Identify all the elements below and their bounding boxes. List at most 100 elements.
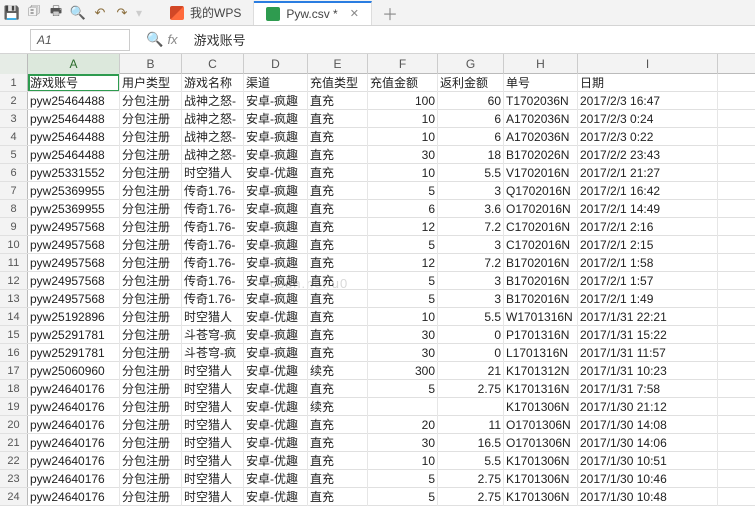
cell[interactable]: 时空猎人 (182, 434, 244, 452)
cell[interactable]: 游戏账号 (28, 74, 120, 92)
cell[interactable]: 安卓-优趣 (244, 434, 308, 452)
cell[interactable]: pyw24957568 (28, 218, 120, 236)
cell[interactable]: 安卓-优趣 (244, 488, 308, 506)
cell[interactable]: T1702036N (504, 92, 578, 110)
name-box[interactable]: A1 (30, 29, 130, 51)
cell[interactable]: 直充 (308, 272, 368, 290)
new-tab-button[interactable]: ＋ (372, 1, 408, 25)
cell[interactable]: O1702016N (504, 200, 578, 218)
cell[interactable]: 3 (438, 290, 504, 308)
row-header[interactable]: 20 (0, 416, 28, 433)
row-header[interactable]: 23 (0, 470, 28, 487)
col-header-F[interactable]: F (368, 54, 438, 74)
cell[interactable]: 时空猎人 (182, 452, 244, 470)
cell[interactable]: 30 (368, 344, 438, 362)
cell[interactable]: 直充 (308, 380, 368, 398)
tab-file[interactable]: Pyw.csv * ✕ (254, 1, 372, 25)
col-header-D[interactable]: D (244, 54, 308, 74)
col-header-C[interactable]: C (182, 54, 244, 74)
cell[interactable]: 安卓-疯趣 (244, 344, 308, 362)
cell[interactable]: 0 (438, 326, 504, 344)
cell[interactable]: 3 (438, 236, 504, 254)
cell[interactable]: 分包注册 (120, 110, 182, 128)
cell[interactable]: 分包注册 (120, 362, 182, 380)
row-header[interactable]: 6 (0, 164, 28, 181)
table-row[interactable]: 13pyw24957568分包注册传奇1.76-安卓-疯趣直充53B170201… (0, 290, 755, 308)
cell[interactable]: pyw25291781 (28, 344, 120, 362)
cell[interactable]: 21 (438, 362, 504, 380)
cell[interactable]: 安卓-优趣 (244, 362, 308, 380)
cell[interactable]: B1702016N (504, 254, 578, 272)
table-row[interactable]: 18pyw24640176分包注册时空猎人安卓-优趣直充52.75K170131… (0, 380, 755, 398)
cell[interactable]: 2017/1/30 21:12 (578, 398, 718, 416)
cell[interactable]: 安卓-优趣 (244, 416, 308, 434)
cell[interactable]: pyw24957568 (28, 272, 120, 290)
cell[interactable]: 传奇1.76- (182, 272, 244, 290)
cell[interactable]: 安卓-疯趣 (244, 290, 308, 308)
cell[interactable]: pyw24640176 (28, 380, 120, 398)
row-header[interactable]: 4 (0, 128, 28, 145)
cell[interactable]: 分包注册 (120, 326, 182, 344)
table-row[interactable]: 16pyw25291781分包注册斗苍穹-疯安卓-疯趣直充300L1701316… (0, 344, 755, 362)
cell[interactable]: 返利金额 (438, 74, 504, 92)
cell[interactable]: 时空猎人 (182, 362, 244, 380)
cell[interactable]: 分包注册 (120, 182, 182, 200)
preview-icon[interactable]: 🔍 (70, 5, 86, 21)
cell[interactable]: 10 (368, 128, 438, 146)
row-header[interactable]: 14 (0, 308, 28, 325)
cell[interactable]: 续充 (308, 362, 368, 380)
cell[interactable]: 6 (368, 200, 438, 218)
table-row[interactable]: 15pyw25291781分包注册斗苍穹-疯安卓-疯趣直充300P1701316… (0, 326, 755, 344)
cell[interactable]: 时空猎人 (182, 488, 244, 506)
cell[interactable]: 2017/1/30 10:48 (578, 488, 718, 506)
cell[interactable]: 6 (438, 110, 504, 128)
table-row[interactable]: 12pyw24957568分包注册传奇1.76-安卓-疯趣直充53B170201… (0, 272, 755, 290)
cell[interactable]: 10 (368, 164, 438, 182)
cell[interactable]: 分包注册 (120, 398, 182, 416)
cell[interactable]: pyw24957568 (28, 236, 120, 254)
formula-input[interactable]: 游戏账号 (186, 29, 755, 51)
cell[interactable]: 充值金额 (368, 74, 438, 92)
cell[interactable]: 直充 (308, 452, 368, 470)
table-row[interactable]: 20pyw24640176分包注册时空猎人安卓-优趣直充2011O1701306… (0, 416, 755, 434)
cell[interactable]: 战神之怒- (182, 92, 244, 110)
cell[interactable] (438, 398, 504, 416)
cell[interactable]: 2017/1/31 7:58 (578, 380, 718, 398)
row-header[interactable]: 7 (0, 182, 28, 199)
table-row[interactable]: 19pyw24640176分包注册时空猎人安卓-优趣续充K1701306N201… (0, 398, 755, 416)
cell[interactable]: 2.75 (438, 380, 504, 398)
cell[interactable]: 安卓-优趣 (244, 470, 308, 488)
cell[interactable]: pyw24640176 (28, 488, 120, 506)
cell[interactable]: A1702036N (504, 110, 578, 128)
cell[interactable]: 直充 (308, 110, 368, 128)
row-header[interactable]: 1 (0, 74, 28, 91)
cell[interactable]: 时空猎人 (182, 308, 244, 326)
cell[interactable]: 安卓-优趣 (244, 452, 308, 470)
cell[interactable]: 2017/1/30 14:06 (578, 434, 718, 452)
cell[interactable]: 直充 (308, 326, 368, 344)
row-header[interactable]: 8 (0, 200, 28, 217)
cell[interactable]: 用户类型 (120, 74, 182, 92)
cell[interactable]: 安卓-疯趣 (244, 254, 308, 272)
cell[interactable]: 2.75 (438, 470, 504, 488)
cell[interactable]: 直充 (308, 218, 368, 236)
cell[interactable]: pyw25464488 (28, 92, 120, 110)
cell[interactable]: 5 (368, 488, 438, 506)
cell[interactable]: 游戏名称 (182, 74, 244, 92)
cell[interactable]: C1702016N (504, 236, 578, 254)
cell[interactable]: 时空猎人 (182, 398, 244, 416)
cell[interactable]: 单号 (504, 74, 578, 92)
table-row[interactable]: 6pyw25331552分包注册时空猎人安卓-优趣直充105.5V1702016… (0, 164, 755, 182)
cell[interactable]: 分包注册 (120, 308, 182, 326)
cell[interactable]: pyw24640176 (28, 434, 120, 452)
cell[interactable]: 5.5 (438, 308, 504, 326)
row-header[interactable]: 13 (0, 290, 28, 307)
cell[interactable]: 直充 (308, 182, 368, 200)
cell[interactable]: 30 (368, 146, 438, 164)
cell[interactable]: 传奇1.76- (182, 236, 244, 254)
cell[interactable]: 直充 (308, 92, 368, 110)
cell[interactable]: pyw24640176 (28, 452, 120, 470)
table-row[interactable]: 23pyw24640176分包注册时空猎人安卓-优趣直充52.75K170130… (0, 470, 755, 488)
cell[interactable]: B1702026N (504, 146, 578, 164)
cell[interactable]: 安卓-疯趣 (244, 326, 308, 344)
